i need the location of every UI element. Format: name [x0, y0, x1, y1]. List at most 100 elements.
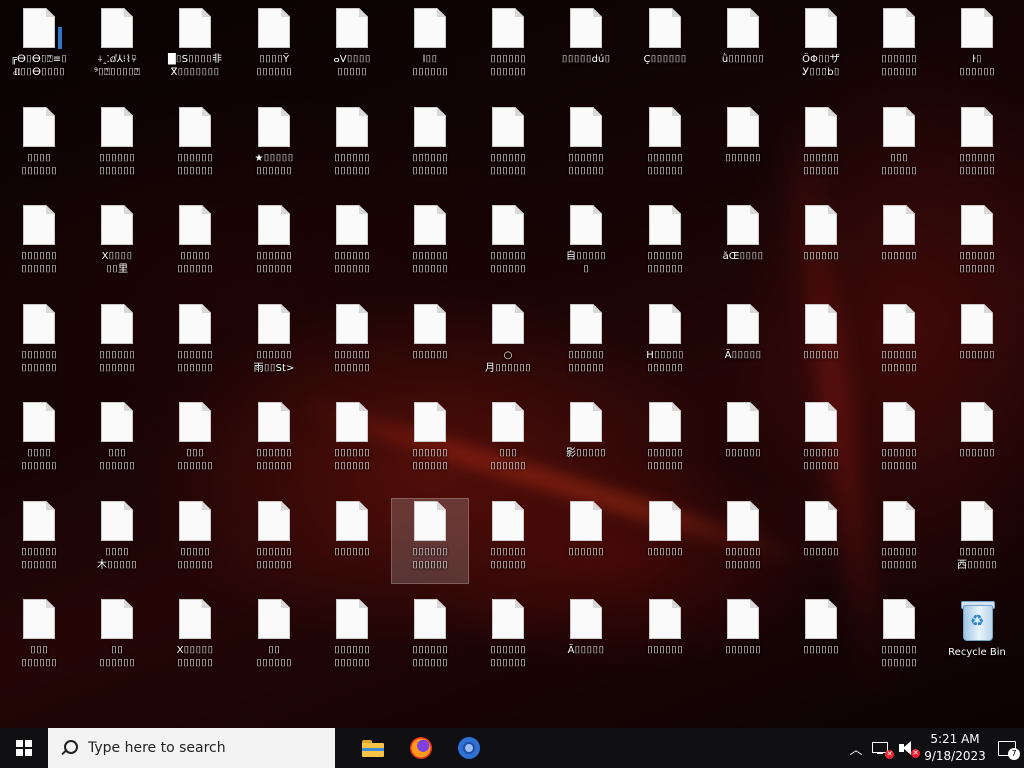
desktop-file-item[interactable]: ⌷⌷⌷⌷⌷⌷	[314, 499, 390, 583]
desktop-file-item[interactable]: ⌷⌷⌷⌷⌷⌷ ⌷⌷⌷⌷⌷⌷	[470, 6, 546, 90]
desktop-file-item[interactable]: ⌷⌷⌷ ⌷⌷⌷⌷⌷⌷	[1, 597, 77, 681]
desktop-file-item[interactable]: ⌷⌷⌷⌷⌷⌷ ⌷⌷⌷⌷⌷⌷	[314, 105, 390, 189]
show-hidden-icons-button[interactable]: ︿	[844, 728, 868, 768]
desktop-file-item[interactable]: ⌷⌷⌷⌷⌷⌷	[705, 400, 781, 484]
desktop-file-item[interactable]: ⌷⌷⌷⌷⌷⌷	[627, 499, 703, 583]
desktop-file-item[interactable]: ○ 月⌷⌷⌷⌷⌷⌷	[470, 302, 546, 386]
desktop-file-item[interactable]: ⌷⌷⌷⌷⌷⌷ ⌷⌷⌷⌷⌷⌷	[470, 597, 546, 681]
desktop-file-item[interactable]: ŐΦ⌷⌷ザ Ꭹ⌷⌷⌷b⌷	[783, 6, 859, 90]
desktop-file-item[interactable]: ⌷⌷⌷⌷⌷⌷	[783, 499, 859, 583]
desktop-file-item[interactable]: 影⌷⌷⌷⌷⌷	[548, 400, 624, 484]
desktop-file-item[interactable]: ⌷⌷⌷⌷⌷⌷ ⌷⌷⌷⌷⌷⌷	[392, 597, 468, 681]
desktop-file-item[interactable]: ⌷⌷⌷⌷⌷⌷ ⌷⌷⌷⌷⌷⌷	[157, 302, 233, 386]
desktop-file-item[interactable]: X⌷⌷⌷⌷ ⌷⌷里	[79, 203, 155, 287]
desktop-file-item[interactable]: ⌷⌷⌷⌷⌷⌷	[861, 203, 937, 287]
desktop-file-item[interactable]: ⌷⌷⌷⌷⌷⌷ ⌷⌷⌷⌷⌷⌷	[548, 105, 624, 189]
desktop-file-item[interactable]: ⌷⌷⌷⌷⌷⌷ ⌷⌷⌷⌷⌷⌷	[861, 302, 937, 386]
desktop-file-item[interactable]: ⴰⅤ⌷⌷⌷⌷ ⌷⌷⌷⌷⌷	[314, 6, 390, 90]
desktop-file-item[interactable]: ⌷⌷⌷⌷⌷⌷	[783, 203, 859, 287]
desktop-file-item[interactable]: ⌷⌷⌷⌷⌷⌷ ⌷⌷⌷⌷⌷⌷	[157, 105, 233, 189]
chromium-button[interactable]	[445, 728, 493, 768]
desktop-file-item[interactable]: ⌷⌷⌷⌷⌷⌷	[939, 302, 1015, 386]
desktop-file-item[interactable]: ⌷⌷⌷⌷⌷⌷ ⌷⌷⌷⌷⌷⌷	[236, 499, 312, 583]
clock[interactable]: 5:21 AM 9/18/2023	[920, 731, 990, 765]
desktop-file-item[interactable]: ⌷⌷⌷ ⌷⌷⌷⌷⌷⌷	[79, 400, 155, 484]
desktop-file-item[interactable]: ⌷⌷⌷⌷⌷⌷ ⌷⌷⌷⌷⌷⌷	[861, 499, 937, 583]
desktop-file-item[interactable]: ⌷⌷⌷⌷⌷ ⌷⌷⌷⌷⌷⌷	[157, 203, 233, 287]
desktop-file-item[interactable]: X⌷⌷⌷⌷⌷ ⌷⌷⌷⌷⌷⌷	[157, 597, 233, 681]
desktop-file-item[interactable]: ⌷⌷⌷⌷⌷⌷ ⌷⌷⌷⌷⌷⌷	[314, 400, 390, 484]
desktop-file-item[interactable]: ⌷⌷⌷⌷ ⌷⌷⌷⌷⌷⌷	[1, 105, 77, 189]
desktop-file-item[interactable]: Ä⌷⌷⌷⌷⌷	[705, 302, 781, 386]
desktop-file-item[interactable]: ⌷⌷⌷⌷⌷⌷	[783, 597, 859, 681]
desktop-file-item[interactable]: ⌷⌷⌷⌷⌷⌷ ⌷⌷⌷⌷⌷⌷	[391, 498, 469, 584]
desktop-file-item[interactable]: ⌷⌷⌷⌷⌷⌷ ⌷⌷⌷⌷⌷⌷	[627, 203, 703, 287]
desktop-file-item[interactable]: ⌷⌷⌷⌷⌷⌷ ⌷⌷⌷⌷⌷⌷	[392, 203, 468, 287]
desktop-file-item[interactable]: ★⌷⌷⌷⌷⌷ ⌷⌷⌷⌷⌷⌷	[236, 105, 312, 189]
desktop-file-item[interactable]: ╔ⴱ⌷ⴱ⌷⍰≡⌷ Ⱊ⌷⌷ⴱ⌷⌷⌷⌷	[1, 6, 77, 90]
desktop-file-item[interactable]: ⌷⌷⌷⌷⌷⌷ ⌷⌷⌷⌷⌷⌷	[314, 203, 390, 287]
desktop-file-item[interactable]: ⌷⌷ ⌷⌷⌷⌷⌷⌷	[79, 597, 155, 681]
desktop-file-item[interactable]: ⌷⌷⌷⌷⌷⌷ ⌷⌷⌷⌷⌷⌷	[1, 302, 77, 386]
desktop-file-item[interactable]: Ã⌷⌷⌷⌷⌷	[548, 597, 624, 681]
desktop-file-item[interactable]: ⌷⌷⌷⌷ ⌷⌷⌷⌷⌷⌷	[1, 400, 77, 484]
desktop-file-item[interactable]: ⅼ⌷⌷ ⌷⌷⌷⌷⌷⌷	[392, 6, 468, 90]
desktop-file-item[interactable]: ⌷⌷⌷⌷⌷⌷ ⌷⌷⌷⌷⌷⌷	[470, 105, 546, 189]
desktop-file-item[interactable]: ⌷⌷ ⌷⌷⌷⌷⌷⌷	[236, 597, 312, 681]
desktop-file-item[interactable]: ăŒ⌷⌷⌷⌷	[705, 203, 781, 287]
volume-button[interactable]: ✕	[896, 728, 920, 768]
desktop-file-item[interactable]: ⌷⌷⌷⌷⌷⌷ ⌷⌷⌷⌷⌷⌷	[314, 302, 390, 386]
desktop-file-item[interactable]: █⌷S⌷⌷⌷⌷非 ⴳ⌷⌷⌷⌷⌷⌷⌷	[157, 6, 233, 90]
desktop-file-item[interactable]: H⌷⌷⌷⌷⌷ ⌷⌷⌷⌷⌷⌷	[627, 302, 703, 386]
search-box[interactable]: Type here to search	[48, 728, 335, 768]
start-button[interactable]	[0, 728, 48, 768]
desktop-file-item[interactable]: ⌷⌷⌷⌷⌷⌷ ⌷⌷⌷⌷⌷⌷	[861, 597, 937, 681]
desktop-file-item[interactable]: ⌷⌷⌷⌷⌷⌷ ⌷⌷⌷⌷⌷⌷	[939, 203, 1015, 287]
network-button[interactable]: ✕	[868, 728, 894, 768]
desktop-file-item[interactable]: ⍭ꞈ⁚ⅆ⅄⁝⌇⍫ ⁹⌷⍰⌷⌷⌷⌷⍰	[79, 6, 155, 90]
desktop-file-item[interactable]: ⌷⌷⌷⌷⌷⌷	[627, 597, 703, 681]
desktop-file-item[interactable]: ⌷⌷⌷⌷⌷⌷ ⌷⌷⌷⌷⌷⌷	[548, 302, 624, 386]
action-center-button[interactable]: 7	[990, 728, 1024, 768]
file-explorer-button[interactable]	[349, 728, 397, 768]
desktop-file-item[interactable]: ⌷⌷⌷⌷⌷⌷ ⌷⌷⌷⌷⌷⌷	[1, 203, 77, 287]
desktop-file-item[interactable]: ⌷⌷⌷⌷⌷⌷ ⌷⌷⌷⌷⌷⌷	[1, 499, 77, 583]
desktop-file-item[interactable]: ŀ⌷ ⌷⌷⌷⌷⌷⌷	[939, 6, 1015, 90]
desktop-file-item[interactable]: ⌷⌷⌷⌷⌷⌷ 西⌷⌷⌷⌷⌷	[939, 499, 1015, 583]
desktop-file-item[interactable]: ⌷⌷⌷⌷⌷⌷	[705, 105, 781, 189]
desktop-file-item[interactable]: ⌷⌷⌷ ⌷⌷⌷⌷⌷⌷	[470, 400, 546, 484]
desktop-file-item[interactable]: ⌷⌷⌷⌷⌷⌷ ⌷⌷⌷⌷⌷⌷	[861, 6, 937, 90]
desktop-file-item[interactable]: Ç⌷⌷⌷⌷⌷⌷	[627, 6, 703, 90]
desktop-file-item[interactable]: ⌷⌷⌷⌷⌷⌷	[548, 499, 624, 583]
desktop-file-item[interactable]: ⌷⌷⌷⌷⌷⌷ ⌷⌷⌷⌷⌷⌷	[861, 400, 937, 484]
desktop-file-item[interactable]: ⌷⌷⌷⌷⌷⌷ ⌷⌷⌷⌷⌷⌷	[705, 499, 781, 583]
desktop-file-item[interactable]: ⌷⌷⌷⌷⌷⌷	[392, 302, 468, 386]
desktop-file-item[interactable]: ⌷⌷⌷⌷⌷⌷ ⌷⌷⌷⌷⌷⌷	[470, 203, 546, 287]
desktop-file-item[interactable]: ⌷⌷⌷ ⌷⌷⌷⌷⌷⌷	[861, 105, 937, 189]
desktop-file-item[interactable]: ⌷⌷⌷ ⌷⌷⌷⌷⌷⌷	[157, 400, 233, 484]
desktop-file-item[interactable]: ⌷⌷⌷⌷⌷⌷ ⌷⌷⌷⌷⌷⌷	[783, 105, 859, 189]
desktop[interactable]: ╔ⴱ⌷ⴱ⌷⍰≡⌷ Ⱊ⌷⌷ⴱ⌷⌷⌷⌷ ⍭ꞈ⁚ⅆ⅄⁝⌇⍫ ⁹⌷⍰⌷⌷⌷⌷⍰ █⌷S⌷⌷⌷⌷非…	[0, 0, 1024, 728]
desktop-file-item[interactable]: ⌷⌷⌷⌷⌷⌷	[705, 597, 781, 681]
desktop-file-item[interactable]: ⌷⌷⌷⌷⌷⌷ ⌷⌷⌷⌷⌷⌷	[79, 302, 155, 386]
desktop-file-item[interactable]: ⌷⌷⌷⌷⌷⌷ ⌷⌷⌷⌷⌷⌷	[79, 105, 155, 189]
desktop-file-item[interactable]: ⌷⌷⌷⌷⌷⌷	[939, 400, 1015, 484]
desktop-file-item[interactable]: ⌷⌷⌷⌷⌷⌷ ⌷⌷⌷⌷⌷⌷	[314, 597, 390, 681]
desktop-file-item[interactable]: ⌷⌷⌷⌷⌷ ⌷⌷⌷⌷⌷⌷	[157, 499, 233, 583]
desktop-file-item[interactable]: 自⌷⌷⌷⌷⌷ ⌷	[548, 203, 624, 287]
desktop-file-item[interactable]: ⌷⌷⌷⌷⌷⌷ ⌷⌷⌷⌷⌷⌷	[236, 400, 312, 484]
desktop-file-item[interactable]: ⌷⌷⌷⌷⌷dú⌷	[548, 6, 624, 90]
desktop-file-item[interactable]: ⌷⌷⌷⌷⌷⌷ ⌷⌷⌷⌷⌷⌷	[783, 400, 859, 484]
desktop-file-item[interactable]: ⌷⌷⌷⌷⌷⌷	[783, 302, 859, 386]
desktop-file-item[interactable]: ⌷⌷⌷⌷⌷⌷ ⌷⌷⌷⌷⌷⌷	[236, 203, 312, 287]
firefox-button[interactable]	[397, 728, 445, 768]
desktop-file-item[interactable]: ⌷⌷⌷⌷⌷⌷ 雨⌷⌷St>	[236, 302, 312, 386]
desktop-file-item[interactable]: ⌷⌷⌷⌷⌷⌷ ⌷⌷⌷⌷⌷⌷	[470, 499, 546, 583]
desktop-file-item[interactable]: ⌷⌷⌷⌷⌷⌷ ⌷⌷⌷⌷⌷⌷	[939, 105, 1015, 189]
desktop-file-item[interactable]: ⌷⌷⌷⌷Ÿ ⌷⌷⌷⌷⌷⌷	[236, 6, 312, 90]
desktop-file-item[interactable]: ǜ⌷⌷⌷⌷⌷⌷	[705, 6, 781, 90]
desktop-file-item[interactable]: ⌷⌷⌷⌷⌷⌷ ⌷⌷⌷⌷⌷⌷	[627, 105, 703, 189]
desktop-file-item[interactable]: ⌷⌷⌷⌷⌷⌷ ⌷⌷⌷⌷⌷⌷	[392, 105, 468, 189]
desktop-file-item[interactable]: ⌷⌷⌷⌷⌷⌷ ⌷⌷⌷⌷⌷⌷	[627, 400, 703, 484]
desktop-file-item[interactable]: ⌷⌷⌷⌷⌷⌷ ⌷⌷⌷⌷⌷⌷	[392, 400, 468, 484]
